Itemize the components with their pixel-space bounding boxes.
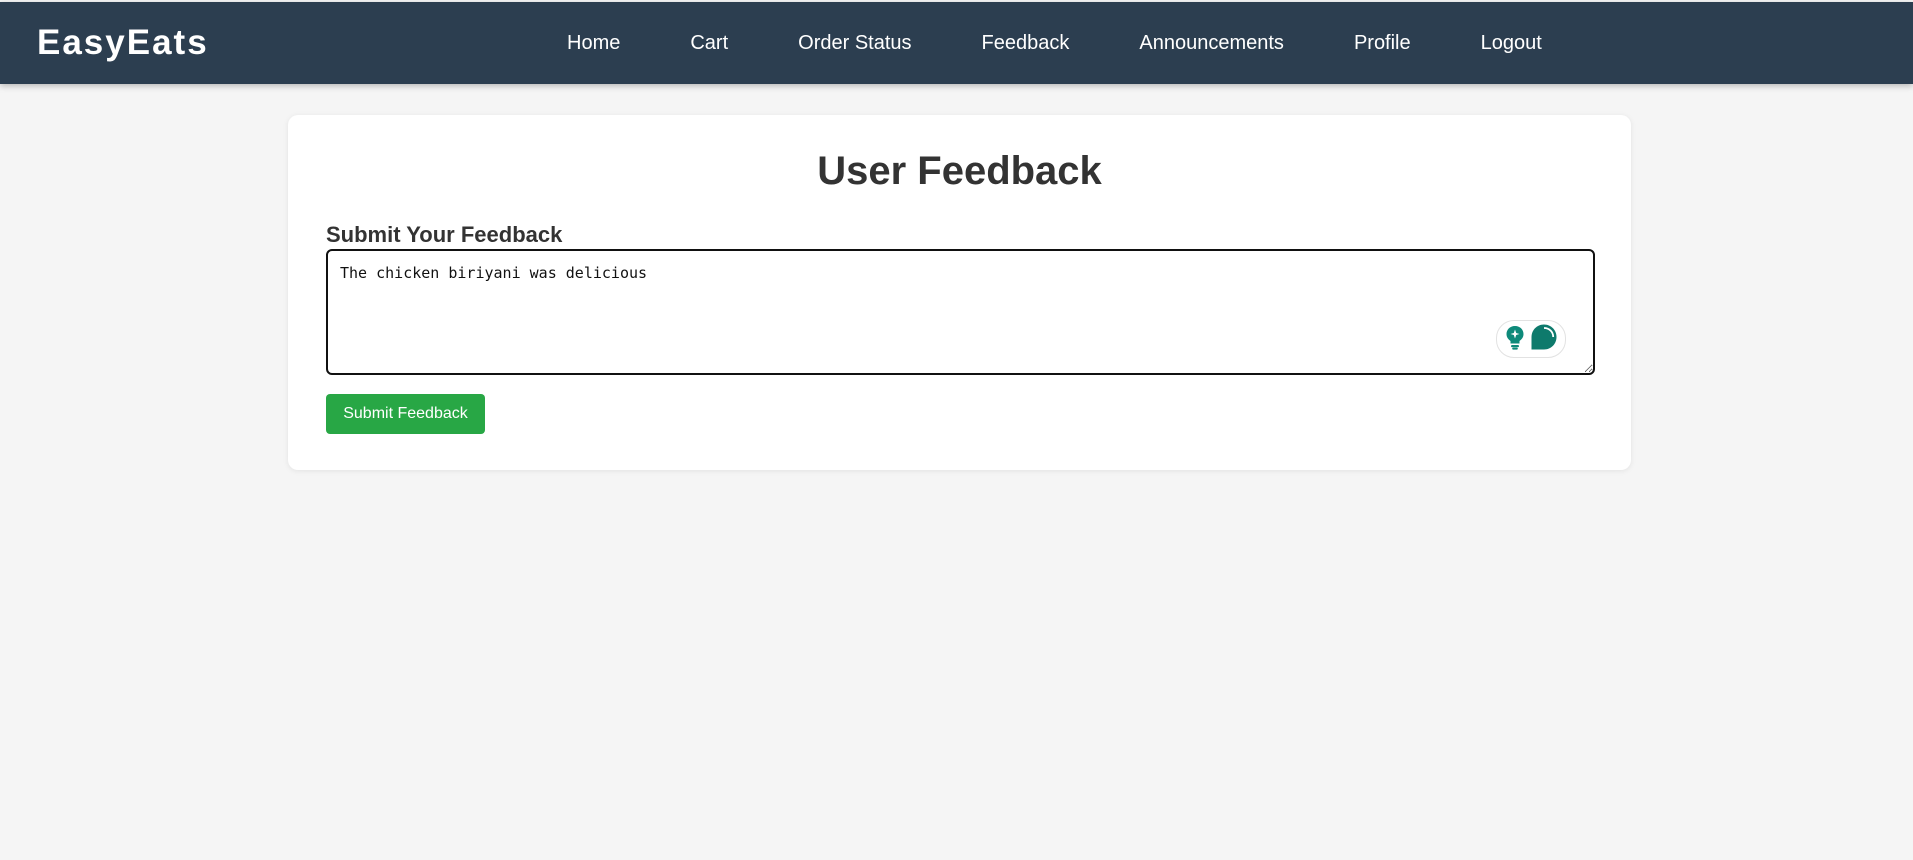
lightbulb-sparkle-icon[interactable] <box>1504 324 1526 355</box>
feedback-textarea[interactable] <box>326 249 1595 375</box>
feedback-textarea-wrapper <box>326 249 1595 375</box>
feedback-section-label: Submit Your Feedback <box>326 222 563 247</box>
nav-links: Home Cart Order Status Feedback Announce… <box>567 2 1542 84</box>
nav-link-profile[interactable]: Profile <box>1354 31 1411 55</box>
nav-link-announcements[interactable]: Announcements <box>1139 31 1284 55</box>
top-navbar: EasyEats Home Cart Order Status Feedback… <box>0 2 1913 84</box>
brand-logo[interactable]: EasyEats <box>37 23 209 63</box>
nav-link-cart[interactable]: Cart <box>690 31 728 55</box>
submit-feedback-button[interactable]: Submit Feedback <box>326 394 485 434</box>
nav-link-logout[interactable]: Logout <box>1481 31 1542 55</box>
nav-link-home[interactable]: Home <box>567 31 620 55</box>
writing-assistant-widget[interactable] <box>1496 320 1566 358</box>
feedback-card: User Feedback Submit Your Feedback Submi… <box>288 115 1631 470</box>
nav-link-feedback[interactable]: Feedback <box>982 31 1070 55</box>
chat-bubble-icon[interactable] <box>1530 323 1558 356</box>
nav-link-order-status[interactable]: Order Status <box>798 31 911 55</box>
page-title: User Feedback <box>817 149 1102 193</box>
